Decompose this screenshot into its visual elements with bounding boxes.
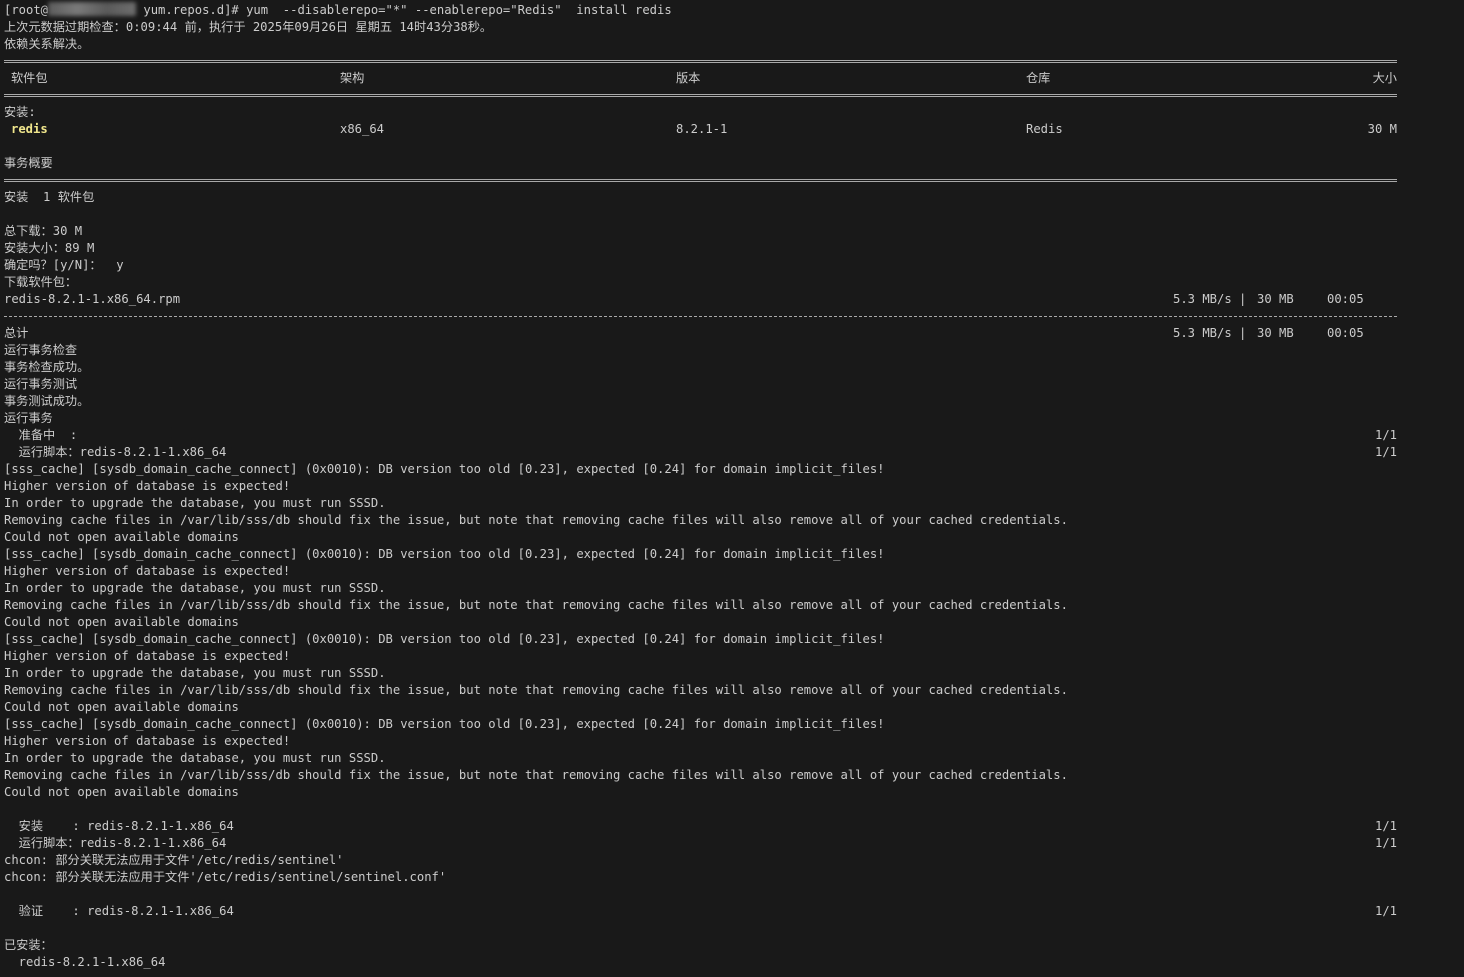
prompt-user: [root@: [4, 3, 49, 17]
sss-error-line: Could not open available domains: [4, 530, 239, 544]
metadata-check-line: 上次元数据过期检查：0:09:44 前，执行于 2025年09月26日 星期五 …: [4, 20, 493, 34]
verifying-line: 验证 : redis-8.2.1-1.x86_64 1/1: [4, 903, 1460, 920]
dashed-rule: [4, 308, 1397, 325]
deps-resolved-line: 依赖关系解决。: [4, 37, 90, 51]
total-download-line: 总下载：30 M: [4, 224, 83, 238]
installing-text: 安装 : redis-8.2.1-1.x86_64: [4, 819, 234, 833]
summary-title: 事务概要: [4, 156, 53, 170]
sss-error-line: Could not open available domains: [4, 700, 239, 714]
sss-error-line: In order to upgrade the database, you mu…: [4, 666, 386, 680]
download-rate: 5.3 MB/s |: [1173, 292, 1247, 306]
verifying-count: 1/1: [1374, 904, 1397, 918]
transaction-test: 运行事务测试: [4, 377, 78, 391]
total-size: 30 MB: [1257, 326, 1294, 340]
terminal-output[interactable]: [root@ yum.repos.d]# yum --disablerepo="…: [4, 2, 1460, 971]
scriptlet-text: 运行脚本：redis-8.2.1-1.x86_64: [4, 445, 227, 459]
table-header: 软件包 架构 版本 仓库 大小: [4, 70, 1460, 87]
sss-error-line: Removing cache files in /var/lib/sss/db …: [4, 598, 1068, 612]
confirm-line: 确定吗？[y/N]： y: [4, 258, 124, 272]
installing-line: 安装 : redis-8.2.1-1.x86_64 1/1: [4, 818, 1460, 835]
header-size: 大小: [1372, 71, 1397, 85]
sss-error-line: Higher version of database is expected!: [4, 479, 291, 493]
header-package: 软件包: [11, 71, 48, 85]
double-rule: [4, 53, 1397, 70]
total-line: 总计 5.3 MB/s | 30 MB 00:05: [4, 325, 1460, 342]
sss-error-line: Removing cache files in /var/lib/sss/db …: [4, 683, 1068, 697]
download-eta: 00:05: [1327, 292, 1364, 306]
section-install-label: 安装:: [4, 105, 36, 119]
sss-error-line: [sss_cache] [sysdb_domain_cache_connect]…: [4, 632, 885, 646]
summary-install-line: 安装 1 软件包: [4, 190, 95, 204]
row-package: redis: [11, 122, 48, 136]
downloading-line: 下载软件包：: [4, 275, 78, 289]
command-text: yum --disablerepo="*" --enablerepo="Redi…: [246, 3, 672, 17]
sss-error-line: Higher version of database is expected!: [4, 734, 291, 748]
header-version: 版本: [676, 71, 701, 85]
preparing-text: 准备中 :: [4, 428, 78, 442]
total-eta: 00:05: [1327, 326, 1364, 340]
sss-error-line: Removing cache files in /var/lib/sss/db …: [4, 768, 1068, 782]
sss-error-line: [sss_cache] [sysdb_domain_cache_connect]…: [4, 717, 885, 731]
row-size: 30 M: [1367, 122, 1397, 136]
prompt-path: yum.repos.d]#: [136, 3, 247, 17]
transaction-run: 运行事务: [4, 411, 53, 425]
sss-error-line: [sss_cache] [sysdb_domain_cache_connect]…: [4, 462, 885, 476]
row-repo: Redis: [1026, 122, 1063, 136]
sss-error-line: Removing cache files in /var/lib/sss/db …: [4, 513, 1068, 527]
preparing-count: 1/1: [1374, 428, 1397, 442]
double-rule: [4, 87, 1397, 104]
download-filename: redis-8.2.1-1.x86_64.rpm: [4, 292, 181, 306]
transaction-test-ok: 事务测试成功。: [4, 394, 90, 408]
sss-error-line: Higher version of database is expected!: [4, 649, 291, 663]
table-row: redis x86_64 8.2.1-1 Redis 30 M: [4, 121, 1460, 138]
chcon-warning-line: chcon: 部分关联无法应用于文件'/etc/redis/sentinel': [4, 853, 344, 867]
sss-error-line: In order to upgrade the database, you mu…: [4, 496, 386, 510]
prompt-line: [root@ yum.repos.d]# yum --disablerepo="…: [4, 2, 1460, 19]
chcon-warning-line: chcon: 部分关联无法应用于文件'/etc/redis/sentinel/s…: [4, 870, 447, 884]
double-rule: [4, 172, 1397, 189]
sss-error-line: [sss_cache] [sysdb_domain_cache_connect]…: [4, 547, 885, 561]
total-rate: 5.3 MB/s |: [1173, 326, 1247, 340]
row-version: 8.2.1-1: [676, 122, 728, 136]
header-arch: 架构: [340, 71, 365, 85]
scriptlet-line: 运行脚本：redis-8.2.1-1.x86_64 1/1: [4, 444, 1460, 461]
sss-error-line: In order to upgrade the database, you mu…: [4, 751, 386, 765]
sss-error-line: In order to upgrade the database, you mu…: [4, 581, 386, 595]
header-repo: 仓库: [1026, 71, 1051, 85]
installed-package: redis-8.2.1-1.x86_64: [4, 955, 166, 969]
download-progress-line: redis-8.2.1-1.x86_64.rpm 5.3 MB/s | 30 M…: [4, 291, 1460, 308]
scriptlet-line: 运行脚本：redis-8.2.1-1.x86_64 1/1: [4, 835, 1460, 852]
install-size-line: 安装大小：89 M: [4, 241, 95, 255]
installed-title: 已安装：: [4, 938, 53, 952]
redacted-hostname: [48, 2, 137, 16]
total-label: 总计: [4, 326, 29, 340]
installing-count: 1/1: [1374, 819, 1397, 833]
transaction-check-ok: 事务检查成功。: [4, 360, 90, 374]
sss-error-line: Could not open available domains: [4, 615, 239, 629]
scriptlet-text: 运行脚本：redis-8.2.1-1.x86_64: [4, 836, 227, 850]
verifying-text: 验证 : redis-8.2.1-1.x86_64: [4, 904, 234, 918]
sss-error-line: Could not open available domains: [4, 785, 239, 799]
preparing-line: 准备中 : 1/1: [4, 427, 1460, 444]
scriptlet-count: 1/1: [1374, 445, 1397, 459]
transaction-check: 运行事务检查: [4, 343, 78, 357]
download-size: 30 MB: [1257, 292, 1294, 306]
sss-error-line: Higher version of database is expected!: [4, 564, 291, 578]
scriptlet-count: 1/1: [1374, 836, 1397, 850]
row-arch: x86_64: [340, 122, 385, 136]
